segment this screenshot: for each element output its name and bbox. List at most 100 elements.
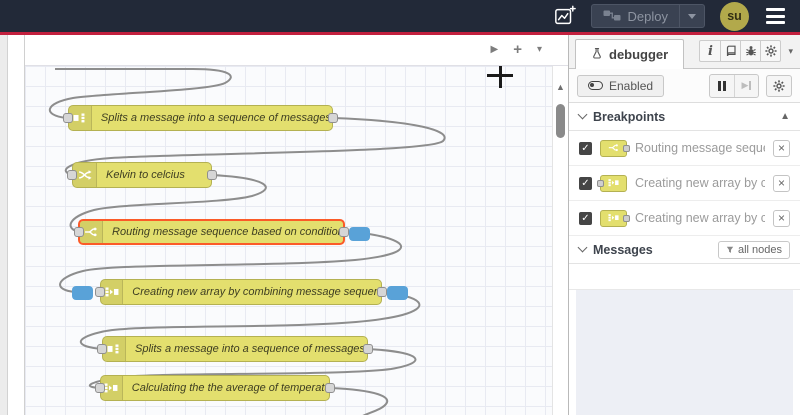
avatar-initials: su — [727, 9, 742, 23]
node-input-port[interactable] — [95, 383, 105, 393]
flask-icon — [591, 47, 603, 63]
info-icon: i — [707, 43, 713, 59]
debugger-toolbar: Enabled ▶ — [569, 69, 800, 103]
remove-breakpoint-button[interactable]: × — [773, 209, 790, 227]
flow-node[interactable]: Kelvin to celcius — [67, 162, 217, 188]
paused-message-badge[interactable] — [387, 286, 408, 300]
node-label: Creating new array by combining message … — [132, 286, 381, 298]
sidebar-menu-chevron[interactable]: ▾ — [788, 46, 793, 57]
canvas-scrollbar[interactable]: ▲ — [552, 66, 568, 415]
breakpoint-label: Routing message sequence based on condit… — [635, 141, 765, 155]
breakpoint-checkbox[interactable]: ✓ — [579, 141, 592, 155]
deploy-button[interactable]: Deploy — [590, 4, 705, 28]
gear-icon — [765, 45, 777, 57]
messages-panel — [576, 290, 793, 415]
config-tab-button[interactable] — [760, 41, 780, 61]
messages-empty-row — [569, 264, 800, 290]
flow-node[interactable]: Calculating the the average of temperatu… — [95, 375, 335, 401]
info-tab-button[interactable]: i — [700, 41, 720, 61]
debugger-step-controls: ▶ — [709, 73, 759, 98]
pause-icon — [717, 80, 727, 91]
breakpoint-checkbox[interactable]: ✓ — [579, 176, 592, 190]
sidebar-icon-tabs: i — [699, 40, 782, 62]
toggle-icon — [588, 81, 603, 90]
filter-label: all nodes — [737, 243, 782, 256]
node-input-port[interactable] — [74, 227, 84, 237]
right-sidebar: debugger i ▾ Enabled ▶ Breakpoints ▲ ✓ R… — [568, 35, 800, 415]
debug-tab-button[interactable] — [740, 41, 760, 61]
palette-edge — [0, 35, 25, 415]
messages-title: Messages — [593, 242, 653, 257]
flow-canvas[interactable]: ▶ + ▾ Splits a message into a sequence o… — [25, 35, 568, 415]
flow-node[interactable]: Routing message sequence based on condit… — [74, 219, 370, 245]
workspace-tab-bar: ▶ + ▾ — [25, 35, 568, 66]
node-output-port[interactable] — [377, 287, 387, 297]
breakpoint-row[interactable]: ✓ Routing message sequence based on condi… — [569, 131, 800, 166]
chevron-down-icon — [577, 109, 588, 120]
paused-message-badge[interactable] — [349, 227, 370, 241]
paused-message-badge[interactable] — [72, 286, 93, 300]
node-input-port[interactable] — [95, 287, 105, 297]
node-label: Splits a message into a sequence of mess… — [100, 112, 332, 124]
flow-export-icon[interactable] — [554, 5, 576, 27]
chevron-down-icon — [577, 242, 588, 253]
enabled-label: Enabled — [609, 78, 654, 93]
deploy-label: Deploy — [627, 8, 668, 24]
tab-label: debugger — [609, 47, 669, 62]
deploy-node-icon — [603, 9, 621, 24]
breakpoints-section-header[interactable]: Breakpoints ▲ — [569, 103, 800, 131]
list-scroll-up-icon[interactable]: ▲ — [780, 111, 790, 122]
help-tab-button[interactable] — [720, 41, 740, 61]
node-label: Splits a message into a sequence of mess… — [135, 343, 367, 355]
bug-icon — [746, 46, 756, 56]
debugger-settings-button[interactable] — [766, 74, 792, 97]
breakpoint-row[interactable]: ✓ Creating new array by combining message… — [569, 166, 800, 201]
remove-breakpoint-button[interactable]: × — [773, 139, 790, 157]
breakpoints-title: Breakpoints — [593, 109, 666, 124]
deploy-options-button[interactable] — [680, 13, 704, 19]
node-output-port[interactable] — [339, 227, 349, 237]
debugger-enabled-toggle[interactable]: Enabled — [577, 74, 665, 97]
main-header: Deploy su — [0, 0, 800, 35]
join-node-mini-icon — [600, 209, 630, 227]
node-input-port[interactable] — [63, 113, 73, 123]
messages-filter-button[interactable]: all nodes — [717, 240, 790, 259]
node-label: Calculating the the average of temperatu… — [131, 382, 329, 394]
messages-section-header[interactable]: Messages all nodes — [569, 236, 800, 264]
breakpoints-list: ✓ Routing message sequence based on condi… — [569, 131, 800, 236]
step-button[interactable]: ▶ — [734, 74, 758, 97]
node-output-port[interactable] — [363, 344, 373, 354]
tab-debugger[interactable]: debugger — [575, 39, 685, 69]
switch-node-mini-icon — [600, 139, 630, 157]
node-input-port[interactable] — [97, 344, 107, 354]
pause-button[interactable] — [710, 75, 734, 97]
breakpoint-row[interactable]: ✓ Creating new array by combining message… — [569, 201, 800, 236]
breakpoint-label: Creating new array by combining message … — [635, 176, 765, 190]
scrollbar-thumb[interactable] — [556, 104, 565, 138]
node-output-port[interactable] — [325, 383, 335, 393]
node-label: Routing message sequence based on condit… — [112, 226, 343, 238]
node-output-port[interactable] — [328, 113, 338, 123]
step-icon: ▶ — [742, 80, 752, 91]
user-avatar[interactable]: su — [720, 1, 749, 31]
funnel-icon — [726, 246, 734, 253]
add-flow-button[interactable]: + — [513, 42, 522, 57]
node-input-port[interactable] — [67, 170, 77, 180]
chevron-down-icon — [688, 13, 696, 19]
scroll-up-icon[interactable]: ▲ — [556, 82, 565, 92]
tab-scroll-right-button[interactable]: ▶ — [491, 45, 499, 55]
breakpoint-label: Creating new array by combining message … — [635, 211, 765, 225]
node-red-window: Deploy su ▶ + ▾ Splits a message into a … — [0, 0, 800, 415]
join-node-mini-icon — [597, 174, 627, 192]
breakpoint-checkbox[interactable]: ✓ — [579, 211, 592, 225]
flow-node[interactable]: Splits a message into a sequence of mess… — [63, 105, 338, 131]
gear-icon — [773, 79, 785, 92]
node-label: Kelvin to celcius — [106, 169, 185, 181]
flow-node[interactable]: Splits a message into a sequence of mess… — [97, 336, 373, 362]
flow-list-button[interactable]: ▾ — [537, 45, 542, 55]
main-menu-button[interactable] — [764, 4, 787, 28]
node-output-port[interactable] — [207, 170, 217, 180]
flow-node[interactable]: Creating new array by combining message … — [72, 279, 408, 305]
remove-breakpoint-button[interactable]: × — [773, 174, 790, 192]
sidebar-tab-bar: debugger i ▾ — [569, 35, 800, 69]
